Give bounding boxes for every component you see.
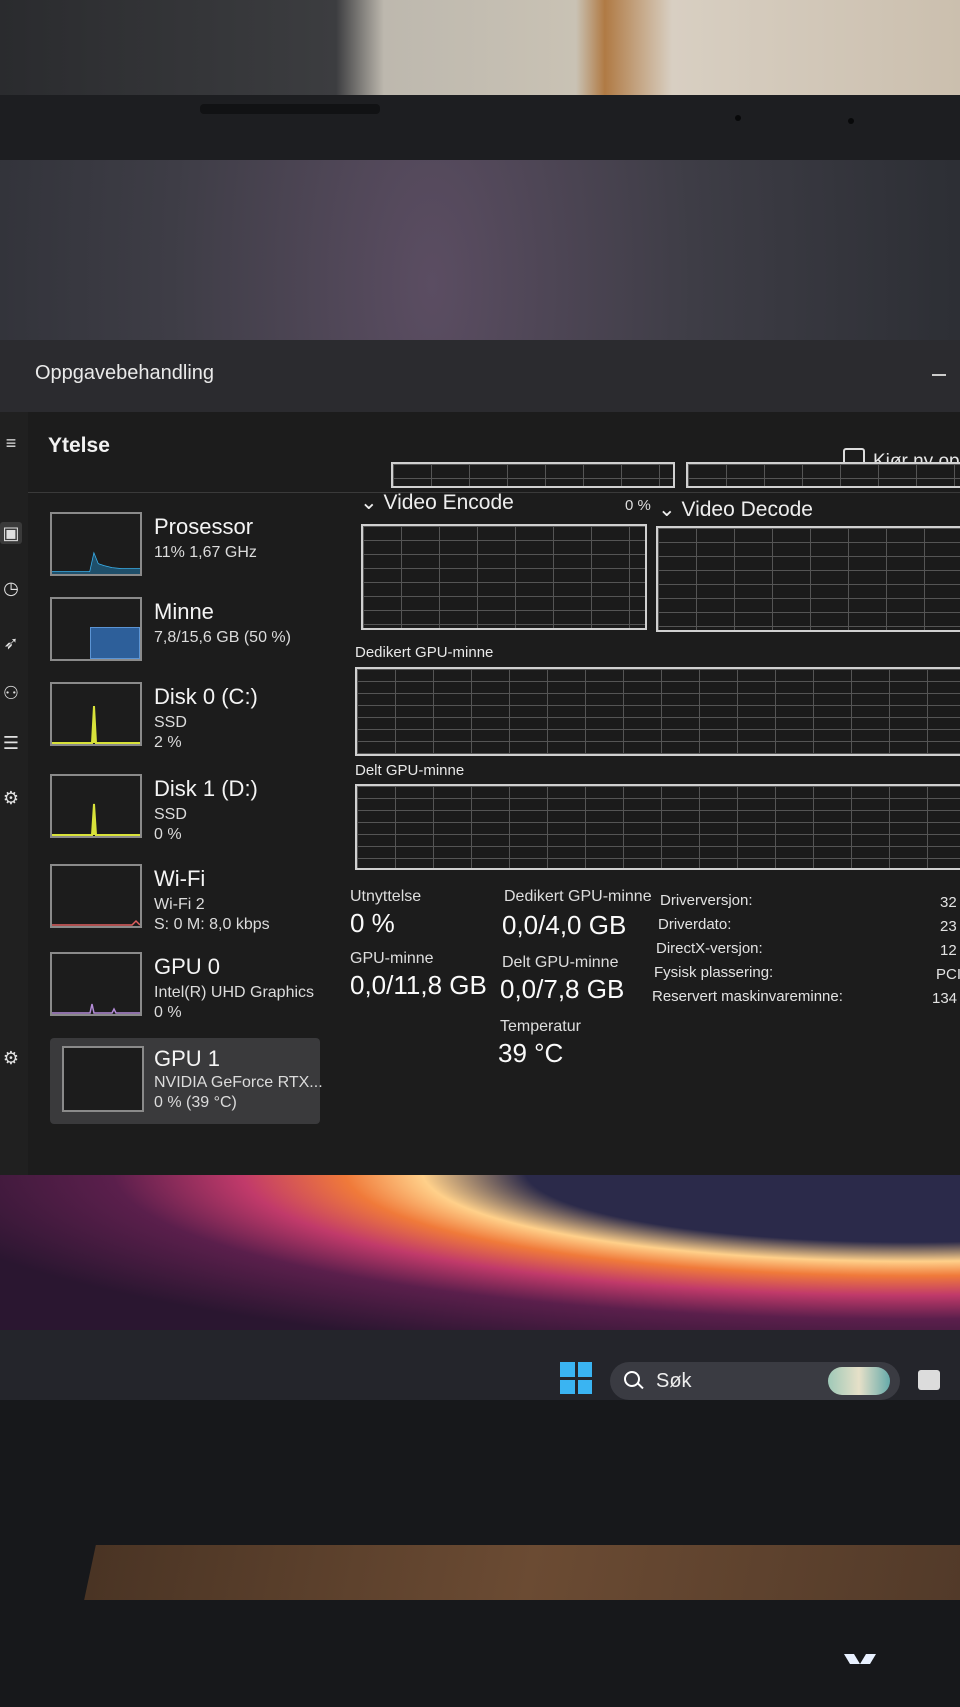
- wallpaper: [0, 1170, 960, 1340]
- device-item-memory[interactable]: Minne 7,8/15,6 GB (50 %): [50, 597, 320, 679]
- search-icon: [624, 1371, 640, 1387]
- device-detail: 11% 1,67 GHz: [154, 544, 257, 561]
- disk1-thumbnail: [50, 774, 142, 838]
- device-name: GPU 0: [154, 954, 221, 979]
- video-decode-graph: [656, 526, 960, 632]
- reserved-memory-label: Reservert maskinvareminne:: [652, 988, 843, 1005]
- details-icon[interactable]: ☰: [0, 732, 22, 754]
- bezel-dot: [735, 115, 741, 121]
- menu-icon[interactable]: ≡: [0, 432, 22, 454]
- shared-memory-graph: [355, 784, 960, 870]
- device-detail: 7,8/15,6 GB (50 %): [154, 629, 291, 646]
- device-usage: 0 %: [154, 1004, 182, 1021]
- desk-surface: [84, 1545, 960, 1600]
- device-usage: 2 %: [154, 734, 182, 751]
- gear-icon[interactable]: ⚙: [0, 1047, 22, 1069]
- services-icon[interactable]: ⚙: [0, 787, 22, 809]
- performance-icon[interactable]: ▣: [0, 522, 22, 544]
- device-usage: 0 % (39 °C): [154, 1094, 237, 1111]
- video-decode-title[interactable]: ⌄ Video Decode: [658, 497, 813, 522]
- device-name: Prosessor: [154, 514, 254, 539]
- temperature-value: 39 °C: [498, 1038, 564, 1068]
- performance-panel: Ytelse Kjør ny op Prosessor 11% 1,67 GHz…: [28, 412, 960, 1175]
- driver-date-label: Driverdato:: [658, 916, 732, 933]
- disk0-thumbnail: [50, 682, 142, 746]
- dedicated-memory-graph: [355, 667, 960, 756]
- task-manager-window: Oppgavebehandling ≡ ▣ ◷ ➶ ⚇ ☰ ⚙ ⚙ Ytelse…: [0, 340, 960, 1175]
- status-lights: [840, 1650, 900, 1680]
- directx-version-label: DirectX-versjon:: [656, 940, 763, 957]
- bezel-dot: [848, 118, 854, 124]
- physical-location-label: Fysisk plassering:: [654, 964, 774, 981]
- shared-memory-value: 0,0/7,8 GB: [500, 974, 625, 1004]
- device-name: Disk 0 (C:): [154, 684, 258, 709]
- wifi-thumbnail: [50, 864, 142, 928]
- minimize-button[interactable]: [932, 374, 946, 376]
- nav-rail: ≡ ▣ ◷ ➶ ⚇ ☰ ⚙ ⚙: [0, 412, 28, 1175]
- dedicated-memory-graph-label: Dedikert GPU-minne: [355, 644, 494, 661]
- device-item-processor[interactable]: Prosessor 11% 1,67 GHz: [50, 512, 320, 594]
- startup-icon[interactable]: ➶: [0, 632, 22, 654]
- device-item-disk1[interactable]: Disk 1 (D:) SSD 0 %: [50, 774, 320, 856]
- gpu-memory-label: GPU-minne: [350, 950, 434, 967]
- monitor-bezel: [0, 95, 960, 165]
- utilization-label: Utnyttelse: [350, 888, 422, 905]
- reserved-memory-value: 134: [932, 990, 958, 1007]
- gpu0-thumbnail: [50, 952, 142, 1016]
- dedicated-memory-label: Dedikert GPU-minne: [504, 888, 652, 905]
- title-bar: Oppgavebehandling: [0, 340, 960, 412]
- background-wall: [0, 0, 960, 110]
- physical-location-value: PCI: [936, 966, 960, 983]
- video-encode-pct: 0 %: [625, 497, 651, 514]
- video-decode-label: Video Decode: [681, 498, 813, 521]
- search-placeholder: Søk: [656, 1370, 692, 1392]
- device-detail: SSD: [154, 714, 187, 731]
- device-item-disk0[interactable]: Disk 0 (C:) SSD 2 %: [50, 682, 320, 764]
- task-view-icon[interactable]: [918, 1370, 940, 1390]
- driver-date-value: 23: [940, 918, 957, 935]
- video-encode-label: Video Encode: [383, 491, 514, 514]
- device-name: Wi-Fi: [154, 866, 206, 891]
- device-name: Minne: [154, 599, 214, 624]
- users-icon[interactable]: ⚇: [0, 682, 22, 704]
- utilization-value: 0 %: [350, 908, 395, 938]
- directx-version-value: 12: [940, 942, 957, 959]
- copy-engine-graph: [391, 462, 675, 488]
- memory-thumbnail: [50, 597, 142, 661]
- window-title: Oppgavebehandling: [35, 362, 215, 384]
- video-encode-title[interactable]: ⌄ Video Encode: [360, 490, 514, 515]
- device-name: GPU 1: [154, 1046, 221, 1071]
- device-item-gpu1[interactable]: GPU 1 NVIDIA GeForce RTX... 0 % (39 °C): [50, 1038, 323, 1124]
- webcam-bar: [200, 104, 380, 114]
- driver-version-label: Driverversjon:: [660, 892, 753, 909]
- gpu-memory-value: 0,0/11,8 GB: [350, 970, 487, 1000]
- windows-start-icon[interactable]: [560, 1362, 592, 1394]
- device-detail: SSD: [154, 806, 187, 823]
- processor-thumbnail: [50, 512, 142, 576]
- driver-version-value: 32: [940, 894, 957, 911]
- shared-memory-graph-label: Delt GPU-minne: [355, 762, 465, 779]
- device-detail: Wi-Fi 2: [154, 896, 205, 913]
- video-encode-graph: [361, 524, 647, 630]
- device-item-gpu0[interactable]: GPU 0 Intel(R) UHD Graphics 0 %: [50, 952, 320, 1034]
- page-title: Ytelse: [48, 434, 110, 457]
- device-name: Disk 1 (D:): [154, 776, 258, 801]
- dedicated-memory-value: 0,0/4,0 GB: [502, 910, 627, 940]
- shared-memory-label: Delt GPU-minne: [502, 954, 619, 971]
- device-detail: Intel(R) UHD Graphics: [154, 984, 315, 1001]
- device-usage: 0 %: [154, 826, 182, 843]
- temperature-label: Temperatur: [500, 1018, 581, 1035]
- device-usage: S: 0 M: 8,0 kbps: [154, 916, 270, 933]
- gpu1-thumbnail: [62, 1046, 144, 1112]
- search-highlight-image: [828, 1367, 890, 1395]
- search-box[interactable]: Søk: [610, 1362, 900, 1400]
- device-item-wifi[interactable]: Wi-Fi Wi-Fi 2 S: 0 M: 8,0 kbps: [50, 864, 320, 946]
- device-detail: NVIDIA GeForce RTX...: [154, 1074, 323, 1091]
- compute-graph: [686, 462, 960, 488]
- history-icon[interactable]: ◷: [0, 577, 22, 599]
